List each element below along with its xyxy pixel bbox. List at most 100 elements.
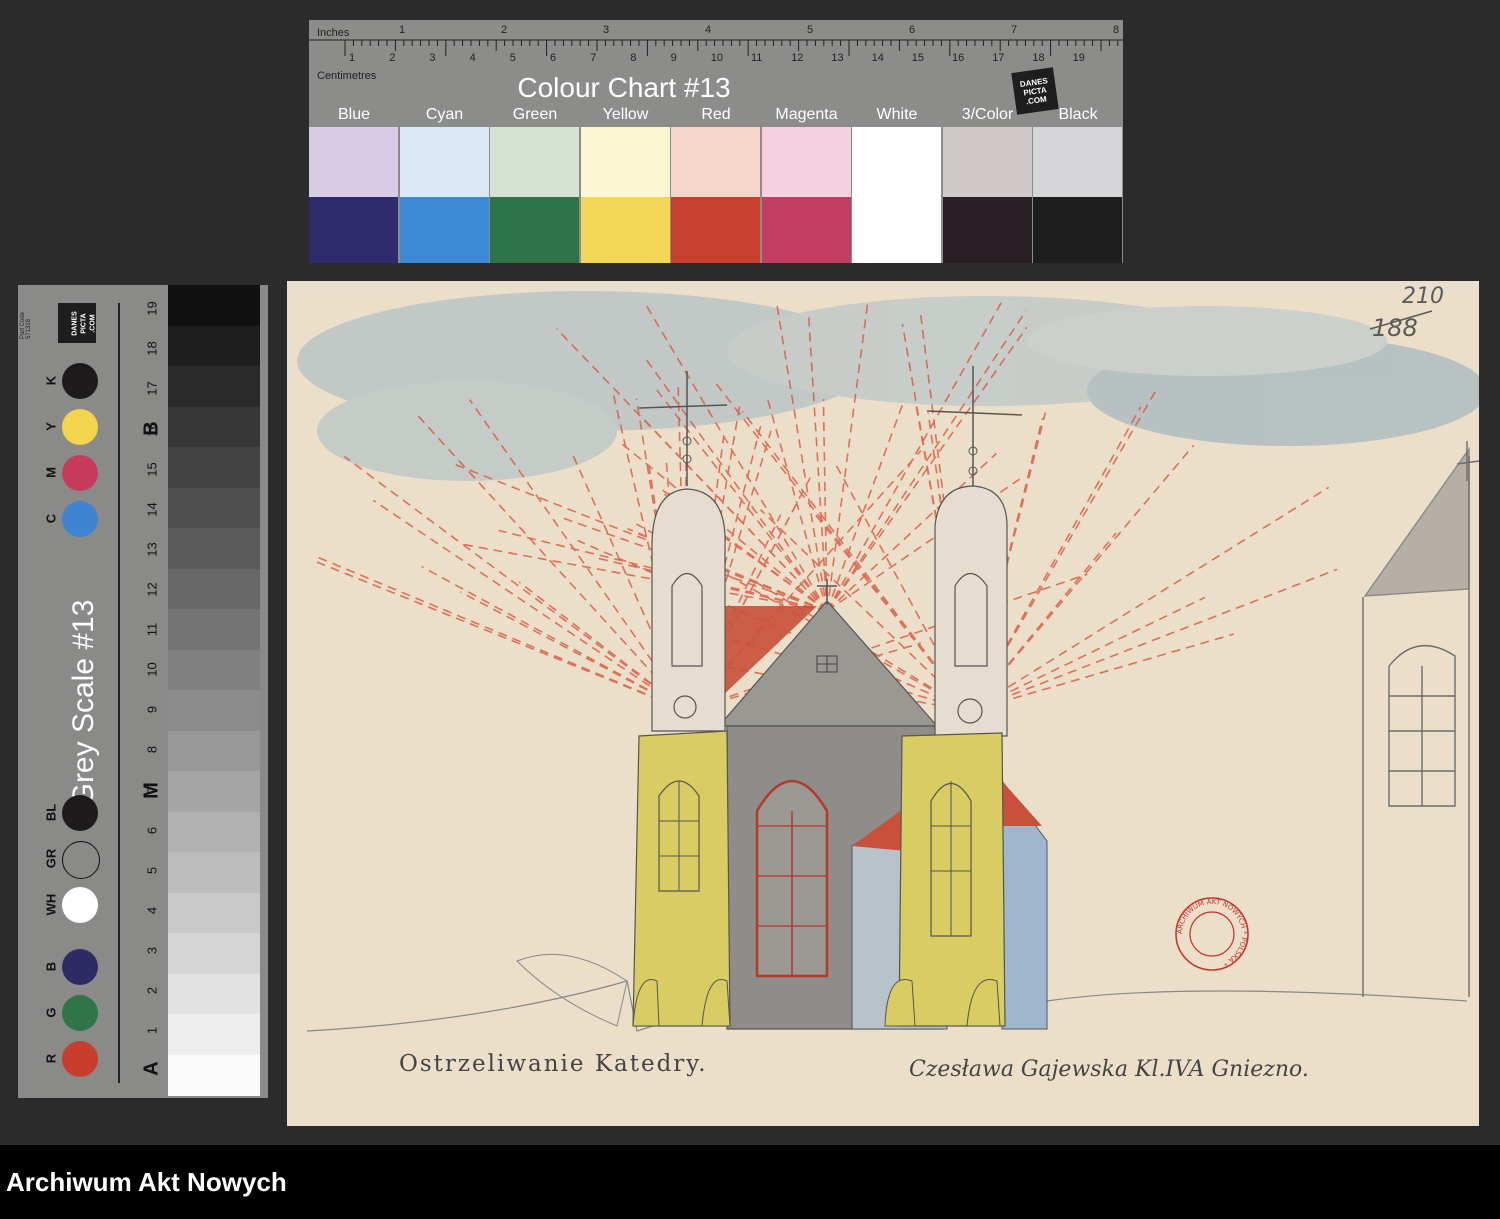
grey-step: [168, 609, 260, 650]
grey-step: [168, 285, 260, 326]
swatch-light: [852, 127, 941, 197]
grey-step: [168, 366, 260, 407]
dot-label: Y: [43, 422, 59, 431]
grey-scale-title: Grey Scale #13: [67, 599, 100, 807]
centimetres-label: Centimetres: [317, 70, 377, 82]
swatch-light: [490, 127, 579, 197]
cm-number: 4: [469, 52, 476, 64]
cm-number: 1: [349, 52, 356, 64]
step-number: 5: [144, 866, 160, 874]
reference-dot: [62, 501, 98, 537]
step-number: 14: [144, 501, 160, 517]
colour-label: Cyan: [425, 106, 464, 123]
swatch-dark: [580, 197, 670, 263]
inch-number: 7: [1011, 24, 1018, 36]
grey-step: [168, 1014, 260, 1055]
cm-number: 2: [389, 52, 396, 64]
grey-step: [168, 852, 260, 893]
caption-right: Czesława Gajewska Kl.IVA Gniezno.: [909, 1057, 1309, 1082]
swatch-dark: [490, 197, 579, 263]
reference-dot: [62, 841, 100, 879]
reference-dot: [62, 887, 98, 923]
colour-label: Green: [512, 106, 558, 123]
swatch-light: [309, 127, 398, 197]
drawing-sheet: 210 188 ARCHIWUM AKT NOWYCH * POLSKA * O…: [287, 281, 1479, 1126]
swatch-light: [942, 127, 1032, 197]
step-number: 12: [144, 582, 160, 597]
dot-label: B: [43, 961, 59, 972]
grey-step: [168, 730, 260, 772]
swatch-light: [399, 127, 489, 197]
page-number-crossed: 188: [1372, 314, 1418, 342]
inch-number: 1: [399, 24, 406, 36]
grey-step: [168, 568, 260, 610]
step-number: 2: [144, 986, 160, 995]
grey-step: [168, 325, 260, 367]
grey-step: [168, 690, 260, 731]
cm-number: 17: [992, 52, 1005, 64]
inch-number: 3: [603, 24, 610, 36]
scale-line: [118, 303, 120, 1083]
grey-scale-logo: DANES PICTA .COM: [58, 303, 97, 343]
scale-letter: B: [140, 421, 163, 436]
grey-step: [168, 649, 260, 691]
swatch-light: [761, 127, 851, 197]
cm-number: 7: [590, 52, 597, 64]
dot-label: GR: [43, 848, 59, 869]
reference-dot: [62, 949, 98, 985]
reference-dot: [62, 363, 98, 399]
grey-step: [168, 447, 260, 488]
grey-step: [168, 1054, 260, 1096]
grey-step: [168, 528, 260, 569]
step-number: 1: [144, 1026, 160, 1035]
scale-letter: M: [140, 782, 163, 799]
cm-number: 16: [952, 52, 965, 64]
inch-number: 2: [501, 24, 508, 36]
grey-logo-text: DANES PICTA .COM: [71, 311, 97, 336]
dot-label: M: [43, 467, 59, 478]
inch-number: 6: [909, 24, 916, 36]
dot-label: C: [43, 513, 59, 524]
dot-label: WH: [43, 893, 59, 916]
step-number: 3: [144, 946, 160, 954]
colour-label: Black: [1058, 106, 1098, 123]
step-number: 15: [144, 461, 160, 477]
colour-label: Red: [701, 106, 731, 123]
step-number: 13: [144, 542, 160, 557]
cm-number: 13: [831, 52, 844, 64]
grey-step: [168, 487, 260, 529]
swatch-dark: [852, 197, 941, 263]
reference-dot: [62, 455, 98, 491]
swatch-dark: [309, 197, 398, 263]
cm-number: 10: [710, 52, 724, 64]
colour-label: Yellow: [602, 106, 649, 123]
grey-step: [168, 973, 260, 1015]
step-number: 17: [144, 381, 160, 397]
dot-label: BL: [43, 803, 59, 822]
grey-step: [168, 811, 260, 853]
reference-dot: [62, 1041, 98, 1077]
cm-number: 15: [911, 52, 925, 64]
cm-number: 18: [1032, 52, 1045, 64]
colour-label: 3/Color: [961, 106, 1014, 123]
footer: Archiwum Akt Nowych: [0, 1145, 1500, 1219]
reference-dot: [62, 409, 98, 445]
reference-dot: [62, 795, 98, 831]
inch-number: 5: [807, 24, 814, 36]
grey-step: [168, 933, 260, 974]
cm-number: 5: [509, 52, 516, 64]
step-number: 10: [144, 662, 160, 677]
colour-chart: Inches Centimetres Colour Chart #13 DANE…: [309, 20, 1123, 263]
cm-number: 12: [791, 52, 804, 64]
step-number: 8: [144, 746, 160, 754]
swatch-dark: [761, 197, 851, 263]
step-number: 19: [144, 301, 160, 316]
page-number-top: 210: [1402, 284, 1444, 309]
scale-letter: A: [140, 1061, 163, 1076]
part-code: Part Code 571318: [20, 311, 32, 339]
inches-label: Inches: [317, 27, 350, 39]
cm-number: 14: [871, 52, 884, 64]
footer-label: Archiwum Akt Nowych: [6, 1167, 287, 1197]
caption-left: Ostrzeliwanie Katedry.: [399, 1051, 708, 1077]
swatch-dark: [399, 197, 489, 263]
